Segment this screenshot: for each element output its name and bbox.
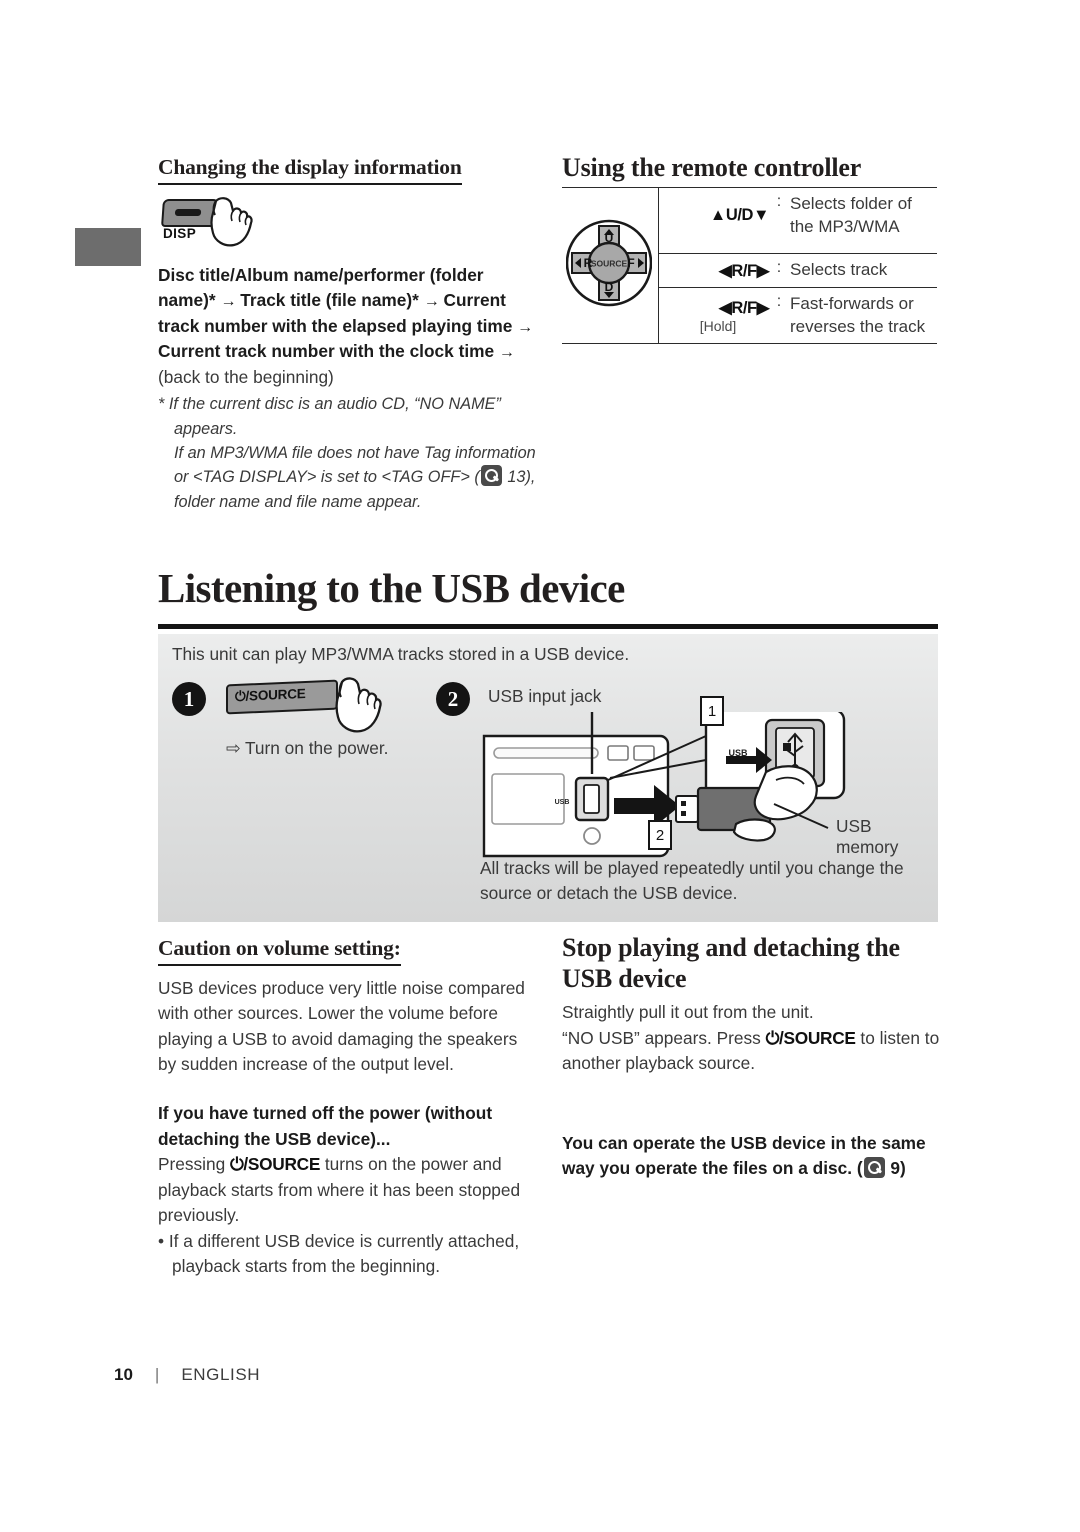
page-footer: 10 | ENGLISH [114, 1365, 260, 1385]
stop-playing-column: Stop playing and detaching the USB devic… [562, 932, 940, 1181]
section-divider [158, 624, 938, 629]
result-arrow-icon: ⇨ [226, 738, 241, 758]
footer-separator: | [154, 1365, 160, 1384]
caution-heading: Caution on volume setting: [158, 936, 401, 966]
callout-1: 1 [700, 696, 724, 726]
usb-intro-text: This unit can play MP3/WMA tracks stored… [172, 644, 630, 664]
remote-heading: Using the remote controller [562, 153, 862, 182]
step-1-badge: 1 [172, 682, 206, 716]
remote-key-3: ◀R/F▶ [Hold] [658, 287, 773, 345]
stop-playing-line-2: “NO USB” appears. Press ⏻/SOURCE to list… [562, 1026, 940, 1077]
stop-playing-heading: Stop playing and detaching the USB devic… [562, 933, 900, 994]
usb-playback-note: All tracks will be played repeatedly unt… [480, 858, 904, 903]
footnote-marker: * [158, 395, 165, 414]
source-key-inline-1: ⏻/SOURCE [230, 1154, 321, 1175]
table-row: SOURCE U D R F ▲U/D▼ : Selects folder of… [562, 187, 937, 345]
svg-text:USB: USB [555, 799, 570, 806]
svg-text:R: R [584, 256, 593, 270]
usb-illustration-panel: This unit can play MP3/WMA tracks stored… [158, 634, 938, 922]
stop-playing-line-1: Straightly pull it out from the unit. [562, 1002, 814, 1023]
remote-desc-2: Selects track [785, 253, 937, 289]
magnifier-icon [480, 465, 502, 487]
disp-button-icon: DISP [161, 196, 258, 253]
remote-desc-3: Fast-forwards or reverses the track [785, 287, 937, 345]
stop-playing-note: You can operate the USB device in the sa… [562, 1131, 940, 1182]
stop-note-page-ref: 9 [890, 1158, 901, 1179]
svg-text:SOURCE: SOURCE [591, 259, 628, 269]
arrow-4: → [498, 344, 515, 362]
callout-2: 2 [648, 820, 672, 850]
remote-key-2: ◀R/F▶ [658, 253, 773, 289]
disp-button-label: DISP [163, 225, 197, 241]
remote-colon-1: : [773, 187, 785, 244]
display-footnote: * If the current disc is an audio CD, “N… [158, 392, 536, 441]
usb-section-title-wrap: Listening to the USB device [158, 565, 938, 611]
left-column: Changing the display information DISP Di… [158, 155, 536, 514]
power-off-body-pre: Pressing [158, 1154, 231, 1175]
power-off-bullet: • If a different USB device is currently… [158, 1230, 520, 1276]
remote-column: Using the remote controller SOURCE U D R… [562, 152, 937, 345]
remote-desc-1: Selects folder of the MP3/WMA [785, 187, 937, 244]
source-key-inline-2: ⏻/SOURCE [765, 1027, 856, 1048]
page-number: 10 [114, 1365, 133, 1384]
remote-key-1: ▲U/D▼ [658, 187, 773, 244]
power-off-subheading: If you have turned off the power (withou… [158, 1103, 493, 1149]
footnote-page-ref: 13 [507, 468, 526, 487]
display-sequence: Disc title/Album name/performer (folder … [158, 263, 536, 390]
remote-key-1-spacer [658, 243, 773, 255]
remote-colon-1-spacer [773, 243, 785, 255]
sequence-part-4: Current track number with the clock time [158, 341, 495, 362]
remote-colon-3: : [773, 287, 785, 345]
footnote-line-1: If the current disc is an audio CD, “NO … [168, 395, 501, 438]
caution-body: USB devices produce very little noise co… [158, 977, 525, 1074]
step-1-result: ⇨ Turn on the power. [226, 738, 388, 759]
source-button-illustration: ⏻/SOURCE [226, 679, 338, 715]
source-button-label: ⏻/SOURCE [235, 685, 306, 705]
remote-key-3-label: ◀R/F▶ [719, 298, 769, 317]
arrow-3: → [517, 318, 533, 336]
remote-colon-2: : [773, 253, 785, 289]
remote-desc-1-spacer [785, 243, 937, 255]
magnifier-icon-2 [863, 1157, 885, 1179]
svg-text:D: D [605, 280, 614, 294]
step-1-result-text: Turn on the power. [244, 738, 389, 758]
pointing-hand-icon-source [335, 677, 382, 733]
thumb-index-tab [75, 228, 141, 266]
usb-input-jack-label: USB input jack [488, 686, 602, 706]
svg-text:F: F [627, 256, 634, 270]
changing-display-heading: Changing the display information [158, 155, 462, 185]
usb-memory-label: USB memory [836, 816, 899, 857]
stop-line2-pre: “NO USB” appears. Press [562, 1027, 766, 1048]
caution-column: Caution on volume setting: USB devices p… [158, 936, 536, 1279]
pointing-hand-icon [210, 196, 253, 247]
power-off-body: Pressing ⏻/SOURCE turns on the power and… [158, 1152, 536, 1228]
sequence-tail: (back to the beginning) [158, 366, 334, 387]
remote-dpad-illustration: SOURCE U D R F [562, 187, 659, 345]
arrow-2: → [423, 293, 440, 311]
display-footnote-2: If an MP3/WMA file does not have Tag inf… [158, 441, 536, 514]
manual-page: Changing the display information DISP Di… [0, 0, 1080, 1532]
page-language: ENGLISH [181, 1365, 261, 1384]
dpad-icon: SOURCE U D R F [565, 219, 653, 307]
step-2-badge: 2 [436, 682, 470, 716]
remote-function-table: SOURCE U D R F ▲U/D▼ : Selects folder of… [562, 187, 937, 345]
usb-section-title: Listening to the USB device [158, 565, 625, 611]
remote-key-3-hold: [Hold] [699, 317, 737, 334]
stop-note-post: ) [900, 1158, 906, 1179]
sequence-part-2: Track title (file name)* [240, 290, 419, 311]
arrow-1: → [220, 293, 236, 311]
